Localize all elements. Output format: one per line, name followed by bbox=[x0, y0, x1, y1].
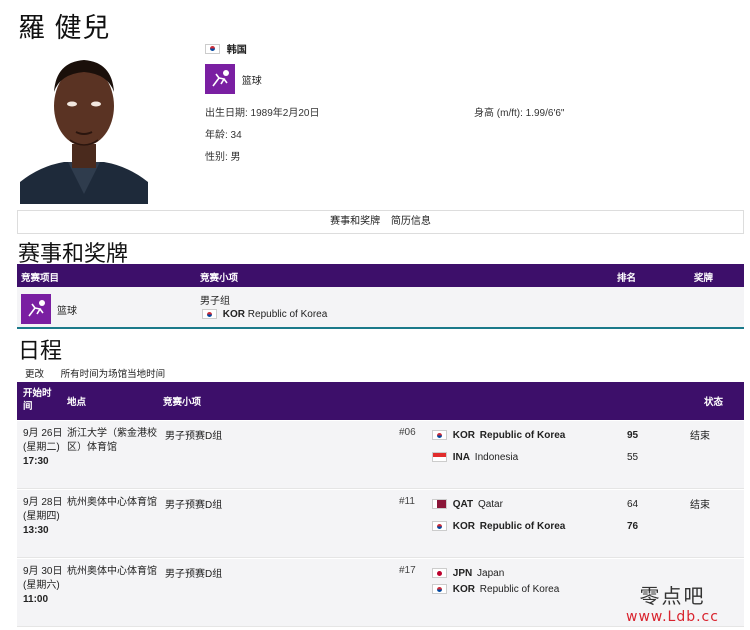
match-date: 9月 30日 (星期六) 11:00 bbox=[23, 566, 63, 605]
schedule-subtoolbar: 更改 所有时间为场馆当地时间 bbox=[25, 366, 179, 380]
team-name: Republic of Korea bbox=[479, 430, 566, 441]
team-code: KOR bbox=[452, 521, 476, 532]
header-rank: 排名 bbox=[617, 273, 637, 284]
team-2[interactable]: INA Indonesia bbox=[432, 452, 518, 463]
athlete-country[interactable]: 韩国 bbox=[205, 41, 247, 56]
header-status: 状态 bbox=[704, 397, 724, 408]
athlete-photo bbox=[20, 44, 148, 204]
match-number: #17 bbox=[399, 565, 416, 576]
team-code: JPN bbox=[452, 568, 473, 579]
team-2-score: 55 bbox=[627, 452, 639, 463]
events-table-header: 竞赛项目 竞赛小项 排名 奖牌 bbox=[17, 264, 744, 287]
match-time: 13:30 bbox=[23, 525, 49, 536]
height: 身高 (m/ft): 1.99/6'6" bbox=[474, 108, 565, 119]
schedule-row[interactable]: 9月 28日 (星期四) 13:30 杭州奥体中心体育馆 男子预赛D组 #11 … bbox=[17, 490, 744, 558]
team-1-score: 95 bbox=[627, 430, 639, 441]
header-event: 竞赛小项 bbox=[200, 273, 239, 284]
indonesia-flag-icon bbox=[432, 452, 447, 463]
country-name: 韩国 bbox=[226, 45, 247, 56]
birth-date: 出生日期: 1989年2月20日 bbox=[205, 108, 320, 119]
timezone-note: 所有时间为场馆当地时间 bbox=[60, 369, 166, 380]
athlete-sport[interactable]: 篮球 bbox=[205, 64, 262, 94]
schedule-table-header: 开始时间 地点 竞赛小项 状态 bbox=[17, 382, 744, 420]
header-discipline: 竞赛项目 bbox=[21, 273, 60, 284]
event-name: 男子组 bbox=[200, 296, 230, 307]
match-venue[interactable]: 杭州奥体中心体育馆 bbox=[67, 496, 159, 510]
team-2[interactable]: KOR Republic of Korea bbox=[432, 584, 559, 595]
team-name: Indonesia bbox=[474, 452, 519, 463]
team-code: KOR bbox=[452, 584, 476, 595]
match-number: #06 bbox=[399, 427, 416, 438]
header-medal: 奖牌 bbox=[694, 273, 714, 284]
basketball-pictogram-icon bbox=[205, 64, 235, 94]
team-code: KOR bbox=[452, 430, 476, 441]
korea-flag-icon bbox=[432, 430, 447, 441]
gender: 性别: 男 bbox=[205, 152, 241, 163]
team-2-score: 76 bbox=[627, 521, 639, 532]
qatar-flag-icon bbox=[432, 499, 447, 510]
japan-flag-icon bbox=[432, 568, 447, 579]
tab-biography[interactable]: 简历信息 bbox=[391, 216, 431, 227]
header-event: 竞赛小项 bbox=[163, 397, 202, 408]
team-name: Republic of Korea bbox=[479, 584, 560, 595]
noc-code: KOR bbox=[222, 309, 246, 320]
match-phase: 男子预赛D组 bbox=[165, 569, 223, 580]
event-noc[interactable]: KOR Republic of Korea bbox=[202, 309, 327, 320]
match-phase: 男子预赛D组 bbox=[165, 431, 223, 442]
team-2[interactable]: KOR Republic of Korea bbox=[432, 521, 565, 532]
team-code: QAT bbox=[452, 499, 474, 510]
team-1[interactable]: KOR Republic of Korea bbox=[432, 430, 565, 441]
match-venue[interactable]: 浙江大学（紫金港校区）体育馆 bbox=[67, 427, 159, 455]
team-name: Qatar bbox=[477, 499, 503, 510]
match-time: 11:00 bbox=[23, 594, 49, 605]
team-name: Japan bbox=[477, 568, 505, 579]
match-status: 结束 bbox=[690, 431, 710, 442]
match-time: 17:30 bbox=[23, 456, 49, 467]
match-venue[interactable]: 杭州奥体中心体育馆 bbox=[67, 565, 159, 579]
athlete-name: 羅 健兒 bbox=[18, 13, 111, 43]
team-code: INA bbox=[452, 452, 471, 463]
korea-flag-icon bbox=[432, 521, 447, 532]
match-date: 9月 28日 (星期四) 13:30 bbox=[23, 497, 63, 536]
watermark-url: www.Ldb.cc bbox=[626, 609, 719, 625]
korea-flag-icon bbox=[432, 584, 447, 595]
header-venue: 地点 bbox=[67, 397, 87, 408]
basketball-pictogram-icon bbox=[21, 294, 51, 324]
sport-name: 篮球 bbox=[241, 75, 262, 87]
schedule-row[interactable]: 9月 26日 (星期二) 17:30 浙江大学（紫金港校区）体育馆 男子预赛D组… bbox=[17, 421, 744, 489]
match-number: #11 bbox=[399, 496, 415, 507]
team-1[interactable]: JPN Japan bbox=[432, 568, 504, 579]
event-sport: 篮球 bbox=[57, 306, 77, 317]
match-phase: 男子预赛D组 bbox=[165, 500, 223, 511]
age: 年龄: 34 bbox=[205, 130, 242, 141]
korea-flag-icon bbox=[202, 309, 217, 320]
match-status: 结束 bbox=[690, 500, 710, 511]
noc-name: Republic of Korea bbox=[247, 309, 328, 320]
tab-events-medals[interactable]: 赛事和奖牌 bbox=[330, 216, 380, 227]
change-timezone-link[interactable]: 更改 bbox=[25, 369, 44, 380]
watermark-text: 零点吧 bbox=[639, 584, 706, 608]
schedule-section-title: 日程 bbox=[18, 338, 63, 363]
team-1[interactable]: QAT Qatar bbox=[432, 499, 503, 510]
section-tabs: 赛事和奖牌 简历信息 bbox=[17, 210, 744, 234]
korea-flag-icon bbox=[205, 43, 220, 54]
team-name: Republic of Korea bbox=[479, 521, 566, 532]
site-watermark: 零点吧 www.Ldb.cc bbox=[626, 580, 719, 625]
match-date: 9月 26日 (星期二) 17:30 bbox=[23, 428, 63, 467]
events-table-row[interactable]: 篮球 男子组 KOR Republic of Korea bbox=[17, 287, 744, 329]
header-start-time: 开始时间 bbox=[23, 388, 52, 412]
team-1-score: 64 bbox=[627, 499, 639, 510]
